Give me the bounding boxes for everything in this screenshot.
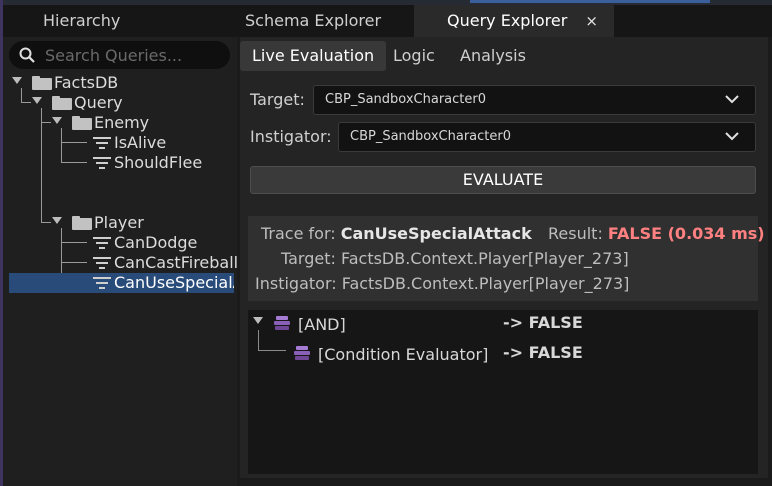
query-filter-icon [93, 157, 111, 170]
trace-summary: Trace for: CanUseSpecialAttack Result: F… [248, 216, 765, 301]
eval-node-label[interactable]: [AND] [298, 315, 346, 335]
result: Result: FALSE (0.034 ms) [548, 224, 765, 244]
tree-line [258, 350, 286, 351]
chevron-down-icon[interactable] [12, 77, 22, 84]
chevron-down-icon[interactable] [253, 317, 263, 324]
trace-target-label: Target: [281, 249, 336, 268]
tree-item-label: IsAlive [114, 133, 167, 152]
eval-node-result: -> FALSE [503, 343, 583, 362]
chevron-down-icon [725, 95, 739, 104]
window-tab-bar: Hierarchy Schema Explorer Query Explorer… [3, 5, 772, 37]
search-input[interactable] [45, 44, 225, 66]
tree-item-cancastfireball[interactable]: CanCastFireball [9, 253, 238, 273]
folder-icon [32, 76, 52, 90]
tab-analysis[interactable]: Analysis [460, 41, 526, 71]
tree-item-label: Player [94, 213, 144, 232]
tree-item-label: FactsDB [54, 73, 119, 92]
result-value: FALSE (0.034 ms) [607, 224, 765, 243]
eval-node-result: -> FALSE [503, 313, 583, 332]
target-dropdown-value: CBP_SandboxCharacter0 [325, 92, 486, 107]
evaluate-button[interactable]: EVALUATE [250, 166, 756, 194]
query-tree: FactsDB Query Enemy IsAlive ShouldFlee P… [3, 71, 238, 471]
tree-item-label: Query [74, 93, 123, 112]
query-tree-panel: FactsDB Query Enemy IsAlive ShouldFlee [3, 37, 238, 486]
tab-logic[interactable]: Logic [393, 41, 435, 71]
tab-query-explorer-label: Query Explorer [447, 11, 568, 30]
tree-line [258, 330, 259, 350]
tree-item-label: CanUseSpecialAttack [114, 273, 234, 292]
target-dropdown[interactable]: CBP_SandboxCharacter0 [313, 85, 756, 115]
focus-indicator [470, 0, 710, 3]
tree-item-shouldflee[interactable]: ShouldFlee [9, 153, 234, 173]
instigator-label: Instigator: [250, 127, 332, 146]
tree-item-factsdb[interactable]: FactsDB [9, 73, 234, 93]
chevron-down-icon[interactable] [52, 117, 62, 124]
search-box [9, 41, 230, 69]
query-filter-icon [93, 137, 111, 150]
chevron-down-icon [725, 132, 739, 141]
search-icon [19, 47, 35, 63]
trace-for: Trace for: CanUseSpecialAttack [261, 224, 532, 244]
close-icon[interactable]: × [585, 5, 598, 37]
instigator-dropdown-value: CBP_SandboxCharacter0 [350, 129, 511, 144]
tree-item-player[interactable]: Player [9, 213, 234, 233]
chevron-down-icon[interactable] [52, 217, 62, 224]
tree-item-label: Enemy [94, 113, 150, 132]
tree-item-isalive[interactable]: IsAlive [9, 133, 234, 153]
trace-target-value: FactsDB.Context.Player[Player_273] [340, 249, 629, 268]
query-filter-icon [93, 257, 111, 270]
query-filter-icon [93, 277, 111, 290]
tree-item-canusespecialattack[interactable]: CanUseSpecialAttack [9, 273, 234, 293]
result-label: Result: [548, 224, 603, 243]
tab-query-explorer[interactable]: Query Explorer × [414, 5, 614, 37]
tree-item-candodge[interactable]: CanDodge [9, 233, 234, 253]
instigator-dropdown[interactable]: CBP_SandboxCharacter0 [338, 122, 756, 152]
tree-item-label: CanDodge [114, 233, 198, 252]
trace-for-label: Trace for: [261, 224, 336, 243]
trace-instigator-value: FactsDB.Context.Player[Player_273] [341, 274, 630, 293]
target-label: Target: [250, 90, 305, 109]
chevron-down-icon[interactable] [32, 97, 42, 104]
tree-item-label: CanCastFireball [114, 253, 239, 272]
evaluation-tree: [AND] -> FALSE [Condition Evaluator] -> … [248, 310, 758, 474]
tab-schema-explorer[interactable]: Schema Explorer [245, 5, 381, 37]
trace-for-value: CanUseSpecialAttack [340, 224, 532, 243]
query-explorer-panel: Live Evaluation Logic Analysis Target: C… [240, 37, 768, 478]
logic-node-icon [274, 316, 290, 330]
tree-item-enemy[interactable]: Enemy [9, 113, 234, 133]
logic-node-icon [294, 346, 310, 360]
trace-instigator: Instigator: FactsDB.Context.Player[Playe… [255, 274, 629, 294]
trace-instigator-label: Instigator: [255, 274, 337, 293]
eval-node-label[interactable]: [Condition Evaluator] [318, 345, 488, 365]
tab-live-evaluation[interactable]: Live Evaluation [240, 41, 387, 71]
tree-item-label: ShouldFlee [114, 153, 203, 172]
folder-icon [72, 216, 92, 230]
query-filter-icon [93, 237, 111, 250]
trace-target: Target: FactsDB.Context.Player[Player_27… [281, 249, 629, 269]
tab-hierarchy[interactable]: Hierarchy [43, 5, 120, 37]
folder-icon [72, 116, 92, 130]
tree-item-query[interactable]: Query [9, 93, 234, 113]
folder-icon [52, 96, 72, 110]
